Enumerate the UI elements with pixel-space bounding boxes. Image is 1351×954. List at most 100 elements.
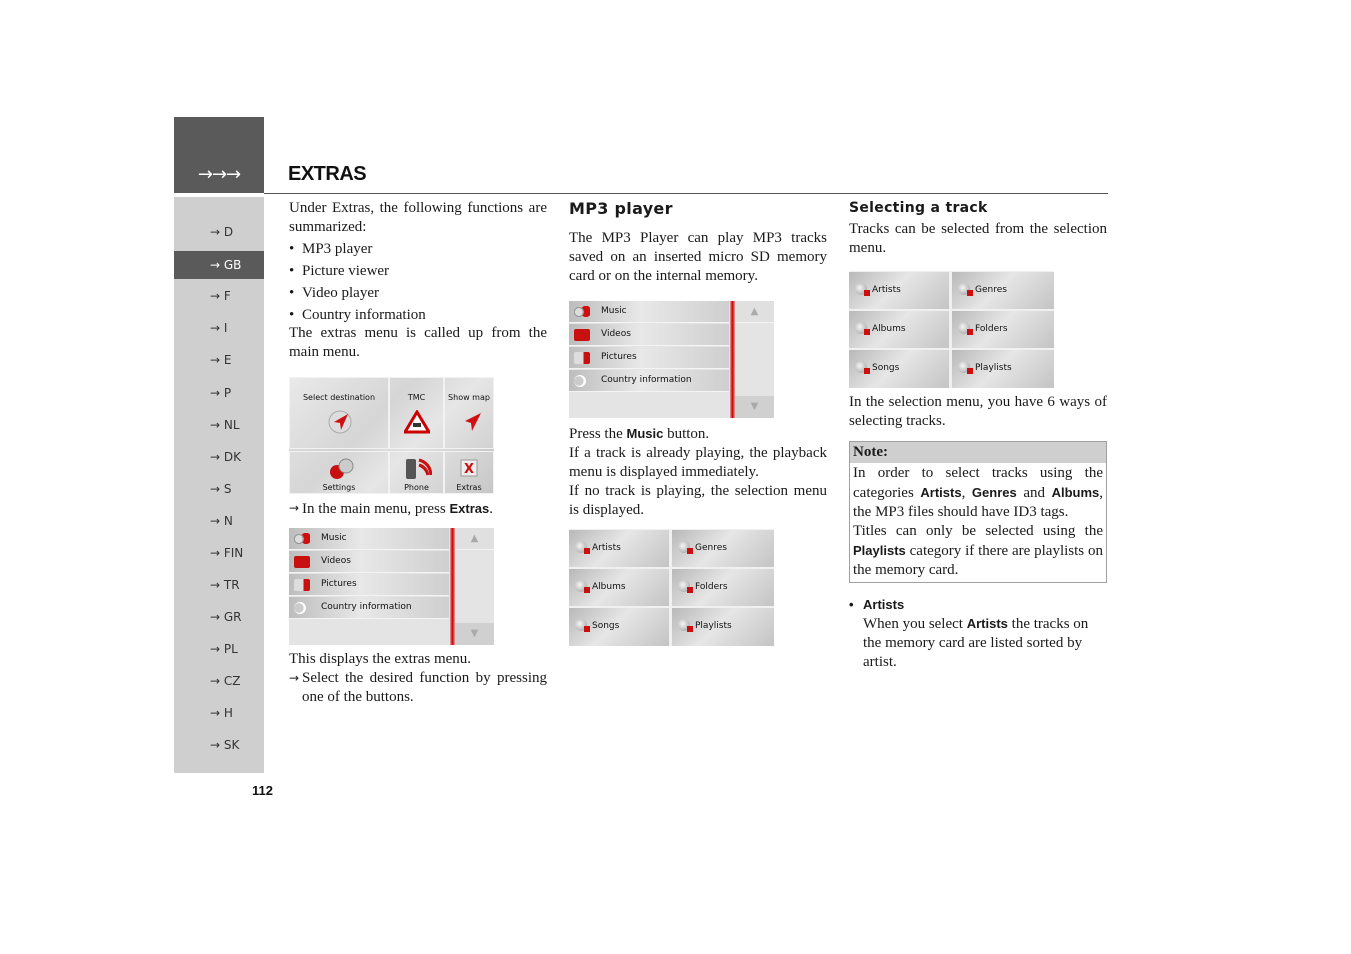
intro-text: Under Extras, the following functions ar… [289, 200, 547, 235]
genres-button[interactable]: Genres [952, 272, 1054, 309]
arrow-icon: → [289, 671, 300, 685]
navigation-arrow-icon [328, 410, 352, 434]
lang-tab-h[interactable]: → H [174, 699, 264, 727]
pictures-icon [294, 579, 310, 591]
chapter-header-block: →→→ [174, 117, 264, 193]
list-item: Country information [289, 306, 547, 325]
folders-button[interactable]: Folders [952, 311, 1054, 348]
note-body: In order to select tracks using the cate… [853, 465, 1103, 578]
pictures-button[interactable]: Pictures [289, 574, 449, 596]
lang-tab-fin[interactable]: → FIN [174, 539, 264, 567]
phone-button[interactable]: Phone [389, 451, 444, 494]
scroll-down-button[interactable]: ▼ [735, 396, 774, 418]
playlists-button[interactable]: Playlists [672, 608, 774, 646]
extras-menu-screenshot-2: Music Videos Pictures Country informatio… [569, 301, 774, 418]
selection-menu-screenshot: Artists Genres Albums Folders Songs Play… [569, 529, 774, 646]
videos-button[interactable]: Videos [569, 324, 729, 346]
lang-tab-gr[interactable]: → GR [174, 603, 264, 631]
select-destination-button[interactable]: Select destination [289, 377, 389, 449]
scroll-up-button[interactable]: ▲ [735, 301, 774, 323]
lang-tab-pl[interactable]: → PL [174, 635, 264, 663]
displays-text: This displays the extras menu. [289, 651, 472, 667]
playlists-icon [958, 361, 973, 374]
lang-tab-cz[interactable]: → CZ [174, 667, 264, 695]
page-title: EXTRAS [288, 163, 367, 185]
music-cd-icon [574, 306, 590, 318]
phone-icon [406, 458, 432, 479]
lang-tab-d[interactable]: → D [174, 218, 264, 246]
scroll-up-button[interactable]: ▲ [455, 528, 494, 550]
playlists-icon [678, 619, 693, 632]
folders-button[interactable]: Folders [672, 569, 774, 606]
scroll-down-button[interactable]: ▼ [455, 623, 494, 645]
traffic-warning-icon [404, 410, 430, 434]
video-clapper-icon [574, 329, 590, 341]
artists-button[interactable]: Artists [569, 530, 669, 567]
albums-icon [575, 580, 590, 593]
country-information-button[interactable]: Country information [289, 597, 449, 619]
six-ways-text: In the selection menu, you have 6 ways o… [849, 394, 1107, 429]
page-number: 112 [252, 783, 273, 798]
main-menu-screenshot: Select destination TMC Show map Settings… [289, 377, 494, 494]
extras-button[interactable]: X Extras [444, 451, 494, 494]
extras-menu-screenshot: Music Videos Pictures Country informatio… [289, 528, 494, 645]
column-1: Under Extras, the following functions ar… [289, 199, 547, 362]
albums-icon [855, 322, 870, 335]
column-3: Selecting a track Tracks can be selected… [849, 199, 1107, 258]
artists-button[interactable]: Artists [849, 272, 949, 309]
folders-icon [678, 580, 693, 593]
lang-tab-gb[interactable]: → GB [174, 251, 264, 279]
lang-tab-dk[interactable]: → DK [174, 443, 264, 471]
list-item: Video player [289, 284, 547, 303]
map-arrow-icon [465, 413, 481, 431]
lang-tab-e[interactable]: → E [174, 346, 264, 374]
settings-button[interactable]: Settings [289, 451, 389, 494]
called-up-text: The extras menu is called up from the ma… [289, 325, 547, 360]
not-playing-text: If no track is playing, the selection me… [569, 483, 827, 518]
albums-button[interactable]: Albums [849, 311, 949, 348]
music-button[interactable]: Music [569, 301, 729, 323]
lang-tab-s[interactable]: → S [174, 475, 264, 503]
playlists-button[interactable]: Playlists [952, 350, 1054, 388]
language-sidebar: → D → GB → F → I → E → P → NL → DK → S →… [174, 197, 264, 773]
albums-button[interactable]: Albums [569, 569, 669, 606]
pictures-button[interactable]: Pictures [569, 347, 729, 369]
column-2: MP3 player The MP3 Player can play MP3 t… [569, 199, 827, 286]
lang-tab-f[interactable]: → F [174, 282, 264, 310]
section-heading-selecting-track: Selecting a track [849, 200, 988, 216]
songs-button[interactable]: Songs [849, 350, 949, 388]
country-info-icon [574, 375, 586, 387]
lang-tab-nl[interactable]: → NL [174, 411, 264, 439]
list-item: Picture viewer [289, 262, 547, 281]
genres-button[interactable]: Genres [672, 530, 774, 567]
music-button[interactable]: Music [289, 528, 449, 550]
artists-icon [855, 283, 870, 296]
songs-play-icon [855, 361, 870, 374]
country-info-icon [294, 602, 306, 614]
note-title: Note: [850, 442, 1106, 463]
songs-button[interactable]: Songs [569, 608, 669, 646]
lang-tab-tr[interactable]: → TR [174, 571, 264, 599]
selection-menu-screenshot-2: Artists Genres Albums Folders Songs Play… [849, 271, 1054, 388]
tmc-button[interactable]: TMC [389, 377, 444, 449]
section-heading-mp3-player: MP3 player [569, 199, 673, 218]
show-map-button[interactable]: Show map [444, 377, 494, 449]
artists-description: Artists When you select Artists the trac… [849, 595, 1107, 672]
column-3-lower: In the selection menu, you have 6 ways o… [849, 393, 1107, 672]
genres-icon [958, 283, 973, 296]
lang-tab-p[interactable]: → P [174, 379, 264, 407]
videos-button[interactable]: Videos [289, 551, 449, 573]
list-item: MP3 player [289, 240, 547, 259]
genres-icon [678, 541, 693, 554]
lang-tab-sk[interactable]: → SK [174, 731, 264, 759]
music-cd-icon [294, 533, 310, 545]
arrow-icon: → [289, 501, 300, 515]
pictures-icon [574, 352, 590, 364]
functions-list: MP3 player Picture viewer Video player C… [289, 240, 547, 325]
country-information-button[interactable]: Country information [569, 370, 729, 392]
extras-box-icon: X [460, 459, 478, 477]
lang-tab-n[interactable]: → N [174, 507, 264, 535]
playing-text: If a track is already playing, the playb… [569, 445, 827, 480]
lang-tab-i[interactable]: → I [174, 314, 264, 342]
folders-icon [958, 322, 973, 335]
